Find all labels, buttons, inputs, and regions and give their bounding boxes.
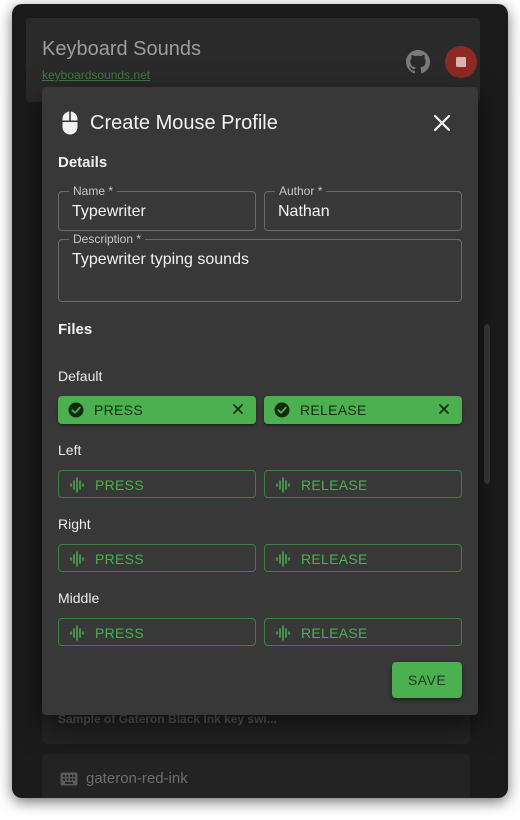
description-field[interactable]: Description * Typewriter typing sounds [58, 232, 462, 302]
github-button[interactable] [402, 46, 434, 78]
website-link[interactable]: keyboardsounds.net [42, 68, 150, 82]
dialog-title: Create Mouse Profile [90, 112, 278, 134]
keyboard-icon [60, 772, 78, 786]
files-heading: Files [58, 321, 93, 338]
group-label-left: Left [58, 442, 82, 458]
middle-press-button[interactable]: PRESS [58, 618, 256, 646]
middle-release-label: RELEASE [301, 625, 368, 641]
audio-wave-icon [70, 625, 84, 641]
audio-wave-icon [70, 477, 84, 493]
check-circle-icon [68, 402, 84, 418]
close-icon[interactable] [438, 403, 450, 415]
save-button[interactable]: SAVE [392, 662, 462, 698]
audio-wave-icon [276, 551, 290, 567]
right-release-button[interactable]: RELEASE [264, 544, 462, 572]
left-press-label: PRESS [95, 477, 144, 493]
default-press-button[interactable]: PRESS [58, 396, 256, 424]
default-press-label: PRESS [94, 402, 143, 418]
audio-wave-icon [276, 477, 290, 493]
name-field-label: Name * [69, 184, 118, 198]
app-title: Keyboard Sounds [42, 38, 202, 60]
left-press-button[interactable]: PRESS [58, 470, 256, 498]
stop-icon [456, 57, 466, 67]
create-mouse-profile-dialog: Create Mouse Profile Details Name * Type… [42, 87, 478, 715]
close-icon[interactable] [430, 111, 454, 135]
audio-wave-icon [70, 551, 84, 567]
middle-press-label: PRESS [95, 625, 144, 641]
check-circle-icon [274, 402, 290, 418]
close-icon[interactable] [232, 403, 244, 415]
name-field-value[interactable]: Typewriter [72, 203, 146, 221]
profile-card-name: gateron-red-ink [86, 770, 188, 787]
group-label-default: Default [58, 368, 103, 384]
author-field-label: Author * [275, 184, 327, 198]
default-release-button[interactable]: RELEASE [264, 396, 462, 424]
right-press-label: PRESS [95, 551, 144, 567]
mouse-icon [62, 111, 78, 135]
details-heading: Details [58, 154, 108, 171]
right-release-label: RELEASE [301, 551, 368, 567]
author-field-value[interactable]: Nathan [278, 203, 330, 221]
group-label-right: Right [58, 516, 91, 532]
author-field[interactable]: Author * Nathan [264, 184, 462, 231]
description-field-label: Description * [69, 232, 146, 246]
description-field-value[interactable]: Typewriter typing sounds [72, 251, 249, 269]
left-release-label: RELEASE [301, 477, 368, 493]
middle-release-button[interactable]: RELEASE [264, 618, 462, 646]
scrollbar[interactable] [484, 324, 490, 484]
audio-wave-icon [276, 625, 290, 641]
default-release-label: RELEASE [300, 402, 367, 418]
left-release-button[interactable]: RELEASE [264, 470, 462, 498]
name-field[interactable]: Name * Typewriter [58, 184, 256, 231]
right-press-button[interactable]: PRESS [58, 544, 256, 572]
group-label-middle: Middle [58, 590, 100, 606]
profile-card: gateron-red-ink [42, 754, 470, 798]
stop-button[interactable] [445, 46, 477, 78]
github-icon [406, 50, 430, 74]
